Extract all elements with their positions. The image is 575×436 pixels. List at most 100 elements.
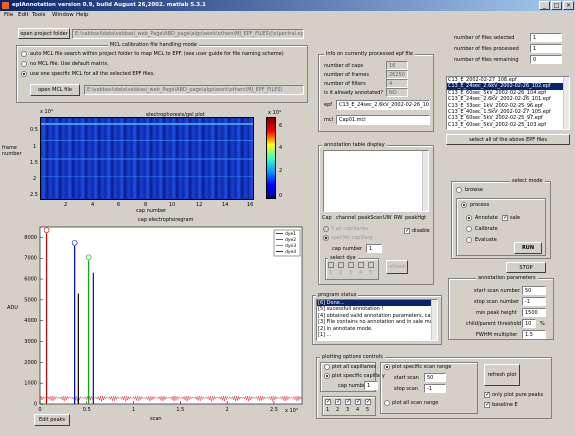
open-project-folder-button[interactable]: open project folder bbox=[18, 28, 70, 39]
edit-peaks-button[interactable]: Edit peaks bbox=[34, 414, 70, 426]
plot-spec-cap-radio[interactable] bbox=[324, 373, 330, 379]
evaluate-radio[interactable] bbox=[466, 237, 472, 243]
stop-button[interactable]: STOP bbox=[506, 262, 546, 273]
ep-xlabel: scan bbox=[150, 416, 162, 422]
status-list[interactable]: [6] Done... [5] sucessfull annotation ! [4… bbox=[316, 299, 438, 341]
plot-capno-field[interactable]: 1 bbox=[364, 381, 378, 390]
plot-dye-check-5[interactable]: ✓ bbox=[365, 399, 371, 405]
baseline-checkbox[interactable]: ✓ bbox=[484, 402, 490, 408]
annotated-field: NO bbox=[386, 88, 408, 97]
min-peak-field[interactable]: 1500 bbox=[522, 308, 546, 317]
browse-radio[interactable] bbox=[456, 187, 462, 193]
child-parent-label: child/parent threshold bbox=[466, 321, 522, 327]
mcl-path-field[interactable]: E:\vabbasi\data\vabbasi_web_Page\ABD_pag… bbox=[84, 85, 304, 95]
file-list-item[interactable]: C13_E_24sec_2.6kV_2002-02-26_101.epf bbox=[447, 96, 569, 102]
start-scan-field[interactable]: 50 bbox=[522, 286, 546, 295]
plot-all-caps-radio[interactable] bbox=[324, 364, 330, 370]
specific-capillary-radio[interactable] bbox=[323, 235, 329, 241]
browse-label: browse bbox=[465, 187, 483, 193]
dye-check-2[interactable] bbox=[338, 262, 344, 268]
plot-dye-check-1[interactable]: ✓ bbox=[325, 399, 331, 405]
mcl-field[interactable]: Cap01.mcl bbox=[336, 115, 430, 125]
project-path-field[interactable]: E:\vabbasi\data\vabbasi_web_Page\ABD_pag… bbox=[72, 29, 304, 39]
ep-xtick-label: 0 bbox=[38, 407, 41, 413]
annotate-radio[interactable] bbox=[466, 215, 472, 221]
menu-tools[interactable]: Tools bbox=[32, 12, 46, 18]
dye-check-3[interactable] bbox=[348, 262, 354, 268]
maximize-button[interactable]: □ bbox=[551, 1, 562, 10]
annotation-table-scrollbar[interactable] bbox=[422, 151, 428, 211]
plot-all-scan-radio[interactable] bbox=[384, 400, 390, 406]
mcl-panel-title: MCL calibration file handling mode bbox=[108, 42, 199, 48]
menu-edit[interactable]: Edit bbox=[18, 12, 29, 18]
plot-start-field[interactable]: 50 bbox=[424, 373, 446, 382]
table-capno-field[interactable]: 1 bbox=[366, 244, 382, 253]
dye-num-4: 4 bbox=[359, 270, 363, 276]
disable-checkbox[interactable]: ✓ bbox=[404, 228, 410, 234]
ep-plot-area bbox=[39, 226, 303, 405]
ep-xtick-label: 1 bbox=[132, 407, 135, 413]
params-title: annotation parameters bbox=[476, 275, 538, 281]
status-scrollbar[interactable] bbox=[431, 300, 437, 340]
fwhm-field[interactable]: 1.5 bbox=[522, 330, 546, 339]
plot-dye-check-4[interactable]: ✓ bbox=[355, 399, 361, 405]
stop-scan-field[interactable]: -1 bbox=[522, 297, 546, 306]
ep-ylabel: ADU bbox=[7, 305, 18, 311]
dye-check-4[interactable] bbox=[358, 262, 364, 268]
all-capillaries-radio[interactable] bbox=[323, 226, 329, 232]
menu-file[interactable]: File bbox=[4, 12, 13, 18]
dye-num-5: 5 bbox=[369, 270, 373, 276]
plot-dye-check-2[interactable]: ✓ bbox=[335, 399, 341, 405]
file-list-item[interactable]: C13_E_60sec_5kV_2002-02-25_103.epf bbox=[447, 122, 569, 128]
table-refresh-button[interactable]: refresh bbox=[386, 260, 408, 274]
process-radio[interactable] bbox=[461, 202, 467, 208]
child-parent-unit: % bbox=[540, 321, 545, 327]
mcl-auto-radio[interactable] bbox=[21, 51, 27, 57]
ep-xtick-label: 1.5 bbox=[176, 407, 184, 413]
file-list-item[interactable]: C13_E_24sec_2.6kV_2002-02-26_102.epf bbox=[447, 83, 569, 90]
dye-check-5[interactable] bbox=[368, 262, 374, 268]
gel-xtick-6: 12 bbox=[196, 202, 203, 208]
epf-field[interactable]: C13_E_24sec_2.6kV_2002-02-26_10 bbox=[336, 100, 430, 110]
mcl-none-radio[interactable] bbox=[21, 61, 27, 67]
menu-window[interactable]: Window bbox=[52, 12, 74, 18]
mcl-specific-radio[interactable] bbox=[21, 71, 27, 77]
sale-checkbox[interactable]: ✓ bbox=[502, 215, 508, 221]
caps-field: 16 bbox=[386, 61, 408, 70]
child-parent-field[interactable]: 10 bbox=[522, 319, 536, 328]
only-pure-checkbox[interactable]: ✓ bbox=[484, 392, 490, 398]
plotting-title: plotting options controls bbox=[320, 354, 385, 360]
menu-help[interactable]: Help bbox=[76, 12, 89, 18]
run-button[interactable]: RUN bbox=[514, 242, 542, 254]
annotation-table-box[interactable] bbox=[323, 150, 429, 212]
ep-ytick-label: 3000 bbox=[24, 339, 37, 345]
plot-all-caps-label: plot all capillaries bbox=[332, 364, 376, 370]
plot-dye-check-3[interactable]: ✓ bbox=[345, 399, 351, 405]
select-all-epf-button[interactable]: select all of the above EPF files bbox=[446, 134, 570, 145]
filters-field: 4 bbox=[386, 79, 408, 88]
only-pure-label: only plot pure peaks bbox=[492, 392, 544, 398]
ep-xtick-label: 2 bbox=[226, 407, 229, 413]
colorbar-tick-3: 2 bbox=[279, 168, 283, 174]
ep-ytick-label: 0 bbox=[34, 402, 37, 408]
ep-legend-label: dye1 bbox=[285, 231, 296, 237]
ep-ytick-label: 7000 bbox=[24, 256, 37, 262]
gel-heatmap bbox=[40, 117, 254, 200]
gel-xscale: x 10⁴ bbox=[40, 109, 53, 115]
open-mcl-file-button[interactable]: open MCL file bbox=[30, 84, 80, 96]
files-processed-label: number of files processed bbox=[454, 46, 519, 52]
calibrate-radio[interactable] bbox=[466, 226, 472, 232]
dye-check-1[interactable] bbox=[328, 262, 334, 268]
colorbar-tick-2: 4 bbox=[279, 145, 283, 151]
mcl-specific-label: use one specific MCL for all the selecte… bbox=[30, 71, 155, 77]
annotation-table-title: annotation table display bbox=[322, 142, 387, 148]
minimize-button[interactable]: _ bbox=[539, 1, 550, 10]
epf-file-list[interactable]: C13_E_2002-02-27_108.epf C13_E_24sec_2.6k… bbox=[446, 76, 570, 130]
plot-stop-field[interactable]: -1 bbox=[424, 384, 446, 393]
start-scan-label: start scan number bbox=[474, 288, 520, 294]
file-list-scrollbar[interactable] bbox=[563, 77, 569, 129]
plot-spec-scan-radio[interactable] bbox=[384, 364, 390, 370]
close-button[interactable]: × bbox=[563, 1, 574, 10]
refresh-plot-button[interactable]: refresh plot bbox=[484, 364, 520, 386]
plot-all-scan-label: plot all scan range bbox=[392, 400, 439, 406]
